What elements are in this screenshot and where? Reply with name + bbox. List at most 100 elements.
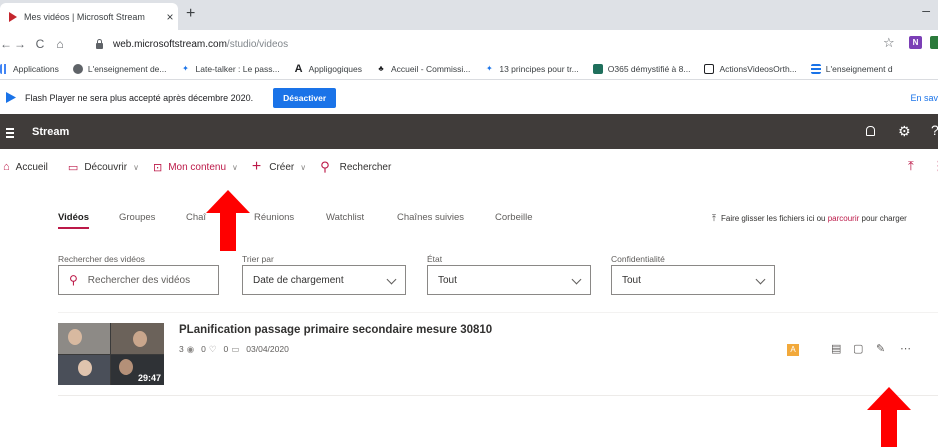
browser-tabstrip: Mes vidéos | Microsoft Stream × + – [0, 0, 938, 30]
search-videos-input[interactable]: ⚲ Rechercher des vidéos [58, 265, 219, 295]
nav-discover[interactable]: ▭ Découvrir ∨ [62, 161, 139, 174]
privacy-label: Confidentialité [611, 254, 665, 264]
back-arrow-icon[interactable]: ← [0, 37, 12, 51]
flash-message: Flash Player ne sera plus accepté après … [25, 92, 254, 103]
like-count: 0 [201, 344, 206, 354]
video-title[interactable]: PLanification passage primaire secondair… [179, 324, 492, 336]
nav-create[interactable]: + Créer ∨ [252, 158, 306, 176]
view-count: 3 [179, 344, 184, 354]
bookmark-item[interactable]: ActionsVideosOrth... [704, 63, 797, 74]
chevron-down-icon [386, 274, 397, 285]
url-path: /studio/videos [226, 38, 289, 50]
lock-icon [96, 38, 103, 49]
tab-meetings[interactable]: Réunions [254, 212, 294, 223]
bookmark-item[interactable]: O365 démystifié à 8... [592, 63, 690, 74]
apps-grid-icon [0, 63, 8, 74]
bookmark-item[interactable]: L'enseignement de... [72, 63, 167, 74]
stream-favicon-icon [9, 11, 17, 22]
tab-title: Mes vidéos | Microsoft Stream [24, 11, 145, 22]
tab-trash[interactable]: Corbeille [495, 212, 533, 223]
more-icon[interactable]: ⋮ [932, 158, 938, 174]
letter-a-icon: A [294, 62, 303, 75]
deactivate-flash-button[interactable]: Désactiver [273, 87, 337, 108]
bookmark-item[interactable]: ♣ Accueil - Commissi... [376, 64, 470, 74]
extension-icon[interactable] [930, 36, 938, 49]
sort-by-label: Trier par [242, 254, 274, 264]
home-icon[interactable]: ⌂ [50, 37, 70, 51]
nav-search[interactable]: ⚲ Rechercher [320, 159, 391, 175]
state-select[interactable]: Tout [427, 265, 591, 295]
gear-icon[interactable]: ⚙ [898, 123, 911, 140]
participant-face [133, 331, 147, 347]
video-thumbnail[interactable]: 29:47 [58, 323, 164, 385]
notification-bell-icon[interactable] [866, 126, 875, 136]
upload-drop-hint: ⤒ Faire glisser les fichiers ici ou parco… [712, 213, 907, 223]
app-launcher-icon[interactable] [6, 125, 14, 138]
stream-header: Stream ⚙ ? [0, 114, 938, 149]
chevron-down-icon: ∨ [232, 162, 238, 172]
tab-followed-channels[interactable]: Chaînes suivies [397, 212, 464, 223]
close-icon[interactable]: × [162, 10, 178, 24]
upload-arrow-icon: ⤒ [712, 213, 716, 223]
browse-link[interactable]: parcourir [828, 214, 860, 223]
more-options-icon[interactable]: ⋯ [900, 342, 911, 355]
thumbnail-tile [58, 355, 110, 385]
annotation-arrow-my-content [206, 190, 250, 251]
sort-by-select[interactable]: Date de chargement [242, 265, 406, 295]
search-videos-label: Rechercher des vidéos [58, 254, 145, 264]
browser-toolbar: ← → C ⌂ web.microsoftstream.com/studio/v… [0, 30, 938, 58]
home-icon: ⌂ [3, 161, 10, 173]
chevron-down-icon: ∨ [133, 162, 139, 172]
globe-icon [72, 63, 83, 74]
privacy-status-icon: A [787, 344, 799, 356]
forward-arrow-icon[interactable]: → [10, 37, 30, 51]
tab-videos[interactable]: Vidéos [58, 212, 89, 229]
chevron-down-icon: ∨ [300, 162, 307, 172]
video-meta: 3 ◉ 0 ♡ 0 ▭ 03/04/2020 [179, 344, 289, 355]
nav-my-content[interactable]: ⊡ Mon contenu ∨ [153, 161, 238, 174]
state-label: État [427, 254, 443, 264]
plus-icon: + [251, 158, 262, 175]
learn-more-link[interactable]: En sav [910, 93, 938, 103]
url-host: web.microsoftstream.com [113, 38, 227, 50]
comment-icon[interactable]: ▢ [853, 342, 863, 355]
comment-count: 0 [223, 344, 229, 354]
new-tab-button[interactable]: + [186, 5, 195, 23]
tab-watchlist[interactable]: Watchlist [326, 212, 364, 223]
thumbnail-tile [111, 323, 164, 354]
app-name[interactable]: Stream [32, 126, 69, 138]
address-bar[interactable]: web.microsoftstream.com/studio/videos [96, 34, 856, 54]
reload-icon[interactable]: C [30, 37, 50, 51]
minimize-button[interactable]: – [922, 2, 930, 18]
bookmark-item[interactable]: L'enseignement d [810, 63, 893, 74]
bookmark-item[interactable]: A Appligogiques [294, 62, 362, 75]
video-list-item[interactable]: 29:47 PLanification passage primaire sec… [58, 312, 938, 396]
stats-icon[interactable]: ▤ [831, 342, 841, 355]
upload-icon[interactable]: ⤒ [908, 158, 914, 174]
tab-groups[interactable]: Groupes [119, 212, 155, 223]
bookmark-star-icon[interactable]: ☆ [883, 35, 895, 51]
privacy-select[interactable]: Tout [611, 265, 775, 295]
tab-channels[interactable]: Chaî [186, 212, 206, 223]
bookmark-apps[interactable]: Applications [0, 63, 59, 74]
chevron-down-icon [571, 274, 582, 285]
o365-icon [592, 63, 603, 74]
onenote-extension-icon[interactable]: N [909, 36, 922, 49]
search-icon: ⚲ [69, 273, 78, 287]
grid-icon [810, 63, 821, 74]
search-icon: ⚲ [320, 159, 330, 174]
sparkle-icon: ✦ [486, 63, 493, 73]
nav-home[interactable]: ⌂ Accueil [0, 161, 48, 173]
comment-icon: ▭ [231, 344, 240, 354]
thumbnail-tile [58, 323, 110, 354]
eye-icon: ◉ [186, 344, 195, 354]
help-icon[interactable]: ? [931, 122, 938, 138]
edit-pencil-icon[interactable]: ✎ [876, 342, 885, 355]
browser-tab[interactable]: Mes vidéos | Microsoft Stream × [0, 3, 178, 30]
bookmark-item[interactable]: ✦ 13 principes pour tr... [484, 63, 579, 74]
heart-icon: ♡ [208, 344, 217, 354]
participant-face [119, 359, 133, 375]
upload-date: 03/04/2020 [246, 344, 289, 354]
participant-face [68, 329, 82, 345]
bookmark-item[interactable]: ✦ Late-talker : Le pass... [181, 64, 279, 74]
